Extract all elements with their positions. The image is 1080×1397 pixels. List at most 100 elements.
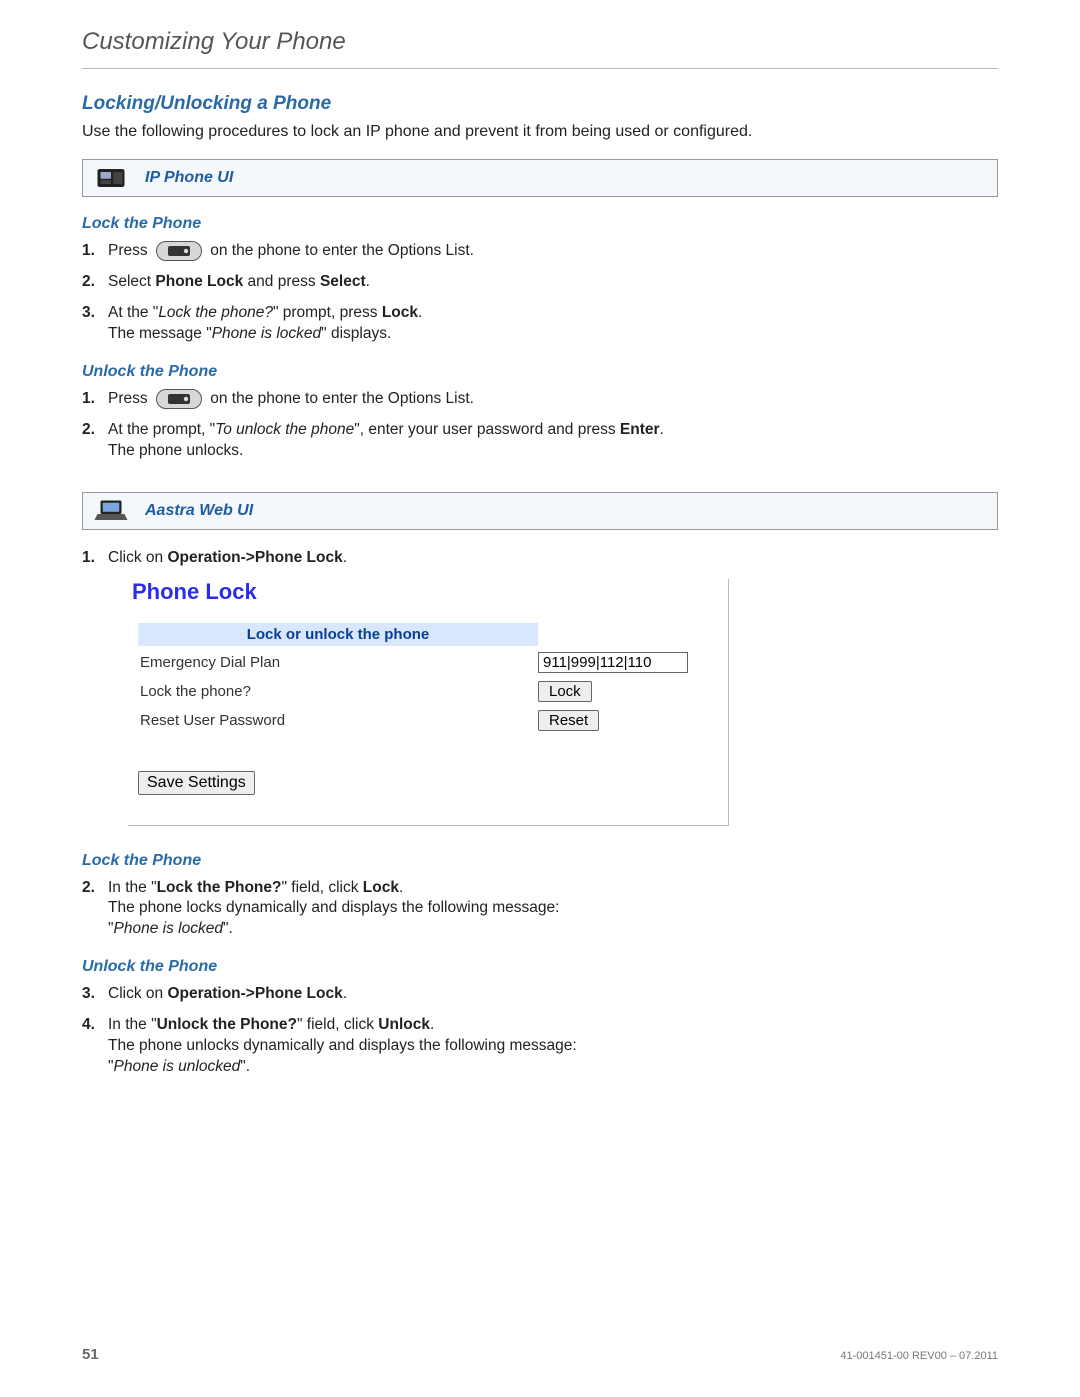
text: " prompt, press (273, 304, 382, 321)
text: . (399, 879, 403, 896)
subtitle-unlock-phone-web: Unlock the Phone (82, 958, 998, 976)
reset-button[interactable]: Reset (538, 710, 599, 731)
steps-unlock-phone-web: 3. Click on Operation->Phone Lock. 4. In… (82, 984, 998, 1078)
webui-section-header: Lock or unlock the phone (138, 623, 538, 646)
section-title: Locking/Unlocking a Phone (82, 93, 998, 115)
bold: Unlock (378, 1016, 430, 1033)
horizontal-rule (82, 68, 998, 69)
text: ", enter your user password and press (354, 421, 620, 438)
text: " field, click (297, 1016, 378, 1033)
text: " field, click (281, 879, 362, 896)
text: The message " (108, 325, 212, 342)
subtitle-lock-phone-web: Lock the Phone (82, 852, 998, 870)
options-key-icon (156, 241, 202, 261)
bold: Phone Lock (155, 273, 243, 290)
text: The phone unlocks dynamically and displa… (108, 1037, 577, 1054)
step-2: 2. Select Phone Lock and press Select. (82, 272, 998, 293)
step-number: 2. (82, 272, 102, 293)
step-body: Select Phone Lock and press Select. (108, 272, 998, 293)
step-3: 3. Click on Operation->Phone Lock. (82, 984, 998, 1005)
italic: Phone is unlocked (114, 1058, 241, 1075)
text: In the " (108, 879, 157, 896)
step-body: Press on the phone to enter the Options … (108, 389, 998, 410)
text: on the phone to enter the Options List. (210, 390, 474, 407)
step-1: 1. Click on Operation->Phone Lock. (82, 548, 998, 569)
step-number: 1. (82, 241, 102, 262)
step-4: 4. In the "Unlock the Phone?" field, cli… (82, 1015, 998, 1078)
italic: Lock the phone? (158, 304, 273, 321)
input-emergency-dial-plan[interactable] (538, 652, 688, 673)
step-3: 3. At the "Lock the phone?" prompt, pres… (82, 303, 998, 345)
step-number: 4. (82, 1015, 102, 1078)
bold: Unlock the Phone? (157, 1016, 297, 1033)
chapter-title: Customizing Your Phone (82, 28, 998, 56)
bold: Operation->Phone Lock (167, 549, 342, 566)
webui-grid: Emergency Dial Plan Lock the phone? Lock… (138, 652, 718, 731)
bold: Lock (382, 304, 418, 321)
text: ". (223, 920, 233, 937)
laptop-icon (93, 497, 129, 525)
bold: Operation->Phone Lock (167, 985, 342, 1002)
phone-icon (93, 164, 129, 192)
text: . (418, 304, 422, 321)
text: and press (243, 273, 320, 290)
subtitle-lock-phone-ui: Lock the Phone (82, 215, 998, 233)
step-number: 1. (82, 389, 102, 410)
step-body: Click on Operation->Phone Lock. (108, 984, 998, 1005)
text: The phone unlocks. (108, 442, 243, 459)
text: on the phone to enter the Options List. (210, 242, 474, 259)
step-number: 3. (82, 984, 102, 1005)
steps-lock-phone-ui: 1. Press on the phone to enter the Optio… (82, 241, 998, 345)
step-number: 1. (82, 548, 102, 569)
label-emergency-dial-plan: Emergency Dial Plan (138, 654, 538, 671)
callout-ip-phone-title: IP Phone UI (145, 169, 233, 187)
steps-unlock-phone-ui: 1. Press on the phone to enter the Optio… (82, 389, 998, 462)
step-body: In the "Unlock the Phone?" field, click … (108, 1015, 998, 1078)
text: Press (108, 242, 148, 259)
text: The phone locks dynamically and displays… (108, 899, 559, 916)
doc-revision: 41-001451-00 REV00 – 07.2011 (840, 1350, 998, 1362)
callout-web-title: Aastra Web UI (145, 502, 253, 520)
text: In the " (108, 1016, 157, 1033)
text: Press (108, 390, 148, 407)
text: ". (240, 1058, 250, 1075)
step-number: 3. (82, 303, 102, 345)
step-number: 2. (82, 420, 102, 462)
bold: Lock the Phone? (157, 879, 282, 896)
step-2: 2. At the prompt, "To unlock the phone",… (82, 420, 998, 462)
save-settings-button[interactable]: Save Settings (138, 771, 255, 795)
step-body: At the "Lock the phone?" prompt, press L… (108, 303, 998, 345)
text: . (366, 273, 370, 290)
callout-aastra-web-ui: Aastra Web UI (82, 492, 998, 530)
bold: Enter (620, 421, 660, 438)
label-lock-the-phone: Lock the phone? (138, 683, 538, 700)
text: . (343, 549, 347, 566)
step-body: Press on the phone to enter the Options … (108, 241, 998, 262)
page-footer: 51 41-001451-00 REV00 – 07.2011 (82, 1346, 998, 1363)
text: Click on (108, 985, 167, 1002)
text: At the " (108, 304, 158, 321)
text: At the prompt, " (108, 421, 215, 438)
text: " displays. (321, 325, 391, 342)
italic: To unlock the phone (215, 421, 354, 438)
text: Select (108, 273, 155, 290)
subtitle-unlock-phone-ui: Unlock the Phone (82, 363, 998, 381)
italic: Phone is locked (212, 325, 321, 342)
text: . (660, 421, 664, 438)
steps-lock-phone-web: 2. In the "Lock the Phone?" field, click… (82, 878, 998, 941)
step-body: Click on Operation->Phone Lock. (108, 548, 998, 569)
step-body: In the "Lock the Phone?" field, click Lo… (108, 878, 998, 941)
text: Click on (108, 549, 167, 566)
options-key-icon (156, 389, 202, 409)
webui-title: Phone Lock (132, 579, 728, 605)
step-1: 1. Press on the phone to enter the Optio… (82, 241, 998, 262)
step-1: 1. Press on the phone to enter the Optio… (82, 389, 998, 410)
step-body: At the prompt, "To unlock the phone", en… (108, 420, 998, 462)
webui-panel: Phone Lock Lock or unlock the phone Emer… (128, 579, 729, 826)
steps-web-1: 1. Click on Operation->Phone Lock. (82, 548, 998, 569)
italic: Phone is locked (114, 920, 223, 937)
lock-button[interactable]: Lock (538, 681, 592, 702)
section-intro: Use the following procedures to lock an … (82, 123, 998, 141)
text: . (343, 985, 347, 1002)
step-2: 2. In the "Lock the Phone?" field, click… (82, 878, 998, 941)
